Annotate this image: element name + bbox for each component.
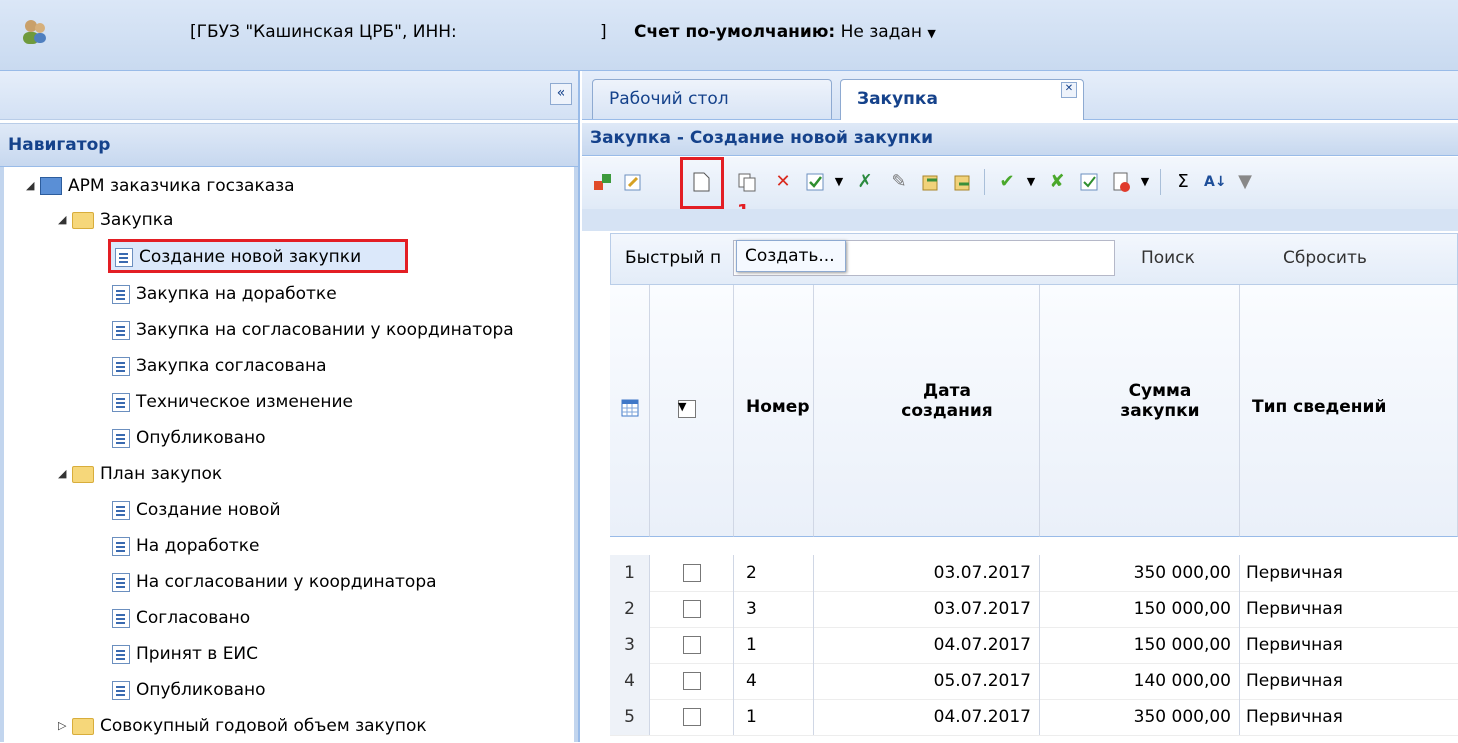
row-checkbox[interactable] bbox=[650, 699, 734, 735]
tree-item[interactable]: Создание новой bbox=[112, 493, 281, 527]
panel-title: Закупка - Создание новой закупки bbox=[582, 123, 1458, 156]
collapse-bar: « bbox=[0, 71, 578, 120]
tree-item[interactable]: На согласовании у координатора bbox=[112, 565, 437, 599]
user-icon bbox=[20, 18, 48, 46]
folder-icon bbox=[72, 465, 94, 483]
edit-icon[interactable] bbox=[622, 171, 644, 193]
column-header-number[interactable]: Номер bbox=[734, 285, 814, 537]
sum-icon[interactable]: Σ bbox=[1172, 171, 1194, 193]
close-icon[interactable]: ✕ bbox=[1061, 82, 1077, 98]
create-button-highlight[interactable] bbox=[680, 157, 724, 209]
bracket: ] bbox=[600, 22, 607, 42]
copy-icon[interactable] bbox=[736, 171, 758, 193]
table-row[interactable]: 1 2 03.07.2017 350 000,00 Первичная bbox=[610, 555, 1458, 592]
expand-icon[interactable]: ◢ bbox=[58, 457, 72, 491]
tree-root[interactable]: ◢ АРМ заказчика госзаказа bbox=[26, 169, 295, 203]
select-all-header[interactable]: ▼ bbox=[650, 285, 734, 537]
expand-icon[interactable]: ◢ bbox=[58, 203, 72, 237]
document-icon bbox=[112, 500, 130, 520]
column-header-date[interactable]: Дата создания bbox=[814, 285, 1040, 537]
navigator-title: Навигатор bbox=[8, 135, 111, 155]
sign-icon[interactable] bbox=[1078, 171, 1100, 193]
row-checkbox[interactable] bbox=[650, 663, 734, 699]
tree-item[interactable]: На доработке bbox=[112, 529, 259, 563]
document-icon bbox=[112, 320, 130, 340]
table-row[interactable]: 3 1 04.07.2017 150 000,00 Первичная bbox=[610, 627, 1458, 664]
attach-icon[interactable]: ✎ bbox=[888, 171, 910, 193]
delete-icon[interactable]: ✕ bbox=[772, 171, 794, 193]
export-icon[interactable] bbox=[920, 171, 942, 193]
main-panel: Рабочий стол Закупка ✕ Закупка - Создани… bbox=[582, 71, 1458, 742]
chevron-down-icon[interactable]: ▼ bbox=[828, 171, 850, 193]
row-checkbox[interactable] bbox=[650, 555, 734, 591]
navigator-tree: ◢ АРМ заказчика госзаказа ◢ Закупка Создан… bbox=[0, 167, 578, 742]
search-button[interactable]: Поиск bbox=[1141, 248, 1195, 268]
reset-button[interactable]: Сбросить bbox=[1283, 248, 1367, 268]
folder-icon bbox=[72, 717, 94, 735]
table-row[interactable]: 4 4 05.07.2017 140 000,00 Первичная bbox=[610, 663, 1458, 700]
account-label: Счет по-умолчанию: bbox=[634, 22, 836, 42]
tab-strip: Рабочий стол Закупка ✕ bbox=[582, 71, 1458, 120]
chevron-down-icon[interactable]: ▼ bbox=[1020, 171, 1042, 193]
table-row[interactable]: 5 1 04.07.2017 350 000,00 Первичная bbox=[610, 699, 1458, 736]
tree-item[interactable]: Закупка на согласовании у координатора bbox=[112, 313, 514, 347]
filter-icon[interactable]: ▼ bbox=[1236, 171, 1254, 193]
organization-label: [ГБУЗ "Кашинская ЦРБ", ИНН: bbox=[190, 22, 457, 42]
document-icon bbox=[112, 608, 130, 628]
computer-icon bbox=[40, 177, 62, 195]
folder-icon bbox=[72, 211, 94, 229]
sort-icon[interactable]: A↓ bbox=[1204, 171, 1227, 193]
document-icon bbox=[112, 572, 130, 592]
check-icon[interactable]: ✔ bbox=[996, 171, 1018, 193]
expand-icon[interactable]: ◢ bbox=[26, 169, 40, 203]
tree-folder-annual[interactable]: ▷ Совокупный годовой объем закупок bbox=[58, 709, 427, 743]
column-menu-header[interactable] bbox=[610, 285, 650, 537]
column-header-sum[interactable]: Сумма закупки bbox=[1040, 285, 1240, 537]
expand-icon[interactable]: ▷ bbox=[58, 709, 72, 743]
tree-item[interactable]: Закупка согласована bbox=[112, 349, 327, 383]
import-icon[interactable] bbox=[952, 171, 974, 193]
tree-item-create-purchase[interactable]: Создание новой закупки bbox=[108, 239, 408, 273]
tab-purchase[interactable]: Закупка ✕ bbox=[840, 79, 1084, 120]
purchase-grid: ▼ Номер Дата создания Сумма закупки Тип … bbox=[610, 285, 1458, 742]
table-row[interactable]: 2 3 03.07.2017 150 000,00 Первичная bbox=[610, 591, 1458, 628]
document-icon bbox=[112, 284, 130, 304]
document-icon bbox=[112, 428, 130, 448]
tree-folder-zakupka[interactable]: ◢ Закупка bbox=[58, 203, 173, 237]
quick-search-label: Быстрый п bbox=[625, 248, 722, 268]
top-bar: [ГБУЗ "Кашинская ЦРБ", ИНН: ] Счет по-ум… bbox=[0, 0, 1458, 71]
document-icon bbox=[112, 392, 130, 412]
navigator-panel: « Навигатор ◢ АРМ заказчика госзаказа ◢ За… bbox=[0, 71, 580, 742]
chevron-down-icon: ▼ bbox=[927, 27, 936, 40]
document-icon bbox=[112, 644, 130, 664]
collapse-icon[interactable]: « bbox=[550, 83, 572, 105]
tree-item[interactable]: Закупка на доработке bbox=[112, 277, 337, 311]
document-icon bbox=[115, 247, 133, 267]
row-checkbox[interactable] bbox=[650, 627, 734, 663]
row-checkbox[interactable] bbox=[650, 591, 734, 627]
tab-desktop[interactable]: Рабочий стол bbox=[592, 79, 832, 119]
approve-icon[interactable] bbox=[804, 171, 826, 193]
account-value: Не задан bbox=[840, 22, 922, 42]
tree-item[interactable]: Принят в ЕИС bbox=[112, 637, 258, 671]
tree-item[interactable]: Опубликовано bbox=[112, 421, 266, 455]
tree-item[interactable]: Согласовано bbox=[112, 601, 250, 635]
document-red-icon[interactable] bbox=[1110, 171, 1132, 193]
document-icon bbox=[112, 356, 130, 376]
tree-item[interactable]: Опубликовано bbox=[112, 673, 266, 707]
create-tooltip: Создать... bbox=[736, 240, 846, 272]
grid-top-bar bbox=[582, 209, 1458, 231]
default-account[interactable]: Счет по-умолчанию: Не задан ▼ bbox=[634, 22, 936, 42]
tree-folder-plan[interactable]: ◢ План закупок bbox=[58, 457, 222, 491]
column-header-type[interactable]: Тип сведений bbox=[1240, 285, 1458, 537]
grid-icon[interactable] bbox=[621, 399, 639, 422]
document-icon bbox=[112, 680, 130, 700]
excel-icon[interactable]: ✗ bbox=[854, 171, 876, 193]
navigator-header: Навигатор bbox=[0, 123, 578, 167]
tree-item[interactable]: Техническое изменение bbox=[112, 385, 353, 419]
chevron-down-icon[interactable]: ▼ bbox=[1134, 171, 1156, 193]
refresh-icon[interactable] bbox=[592, 171, 614, 193]
reject-icon[interactable]: ✘ bbox=[1046, 171, 1068, 193]
document-icon bbox=[112, 536, 130, 556]
